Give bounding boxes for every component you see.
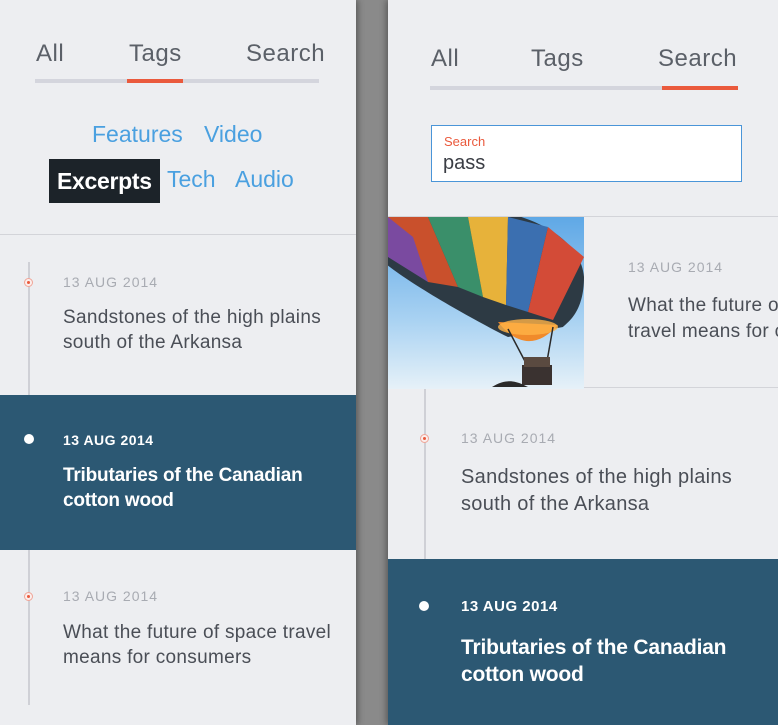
timeline-dot	[24, 592, 33, 601]
tags-panel: All Tags Search Features Video Excerpts …	[0, 0, 356, 725]
tab-indicator	[662, 86, 738, 90]
entry-title: Tributaries of the Canadian cotton wood	[63, 465, 303, 511]
tab-all[interactable]: All	[36, 40, 64, 68]
entry-title: What the future of space travel means fo…	[63, 622, 332, 668]
tab-search[interactable]: Search	[658, 45, 737, 73]
timeline-dot-active	[419, 601, 429, 611]
tag-video[interactable]: Video	[204, 121, 262, 148]
tab-search[interactable]: Search	[246, 40, 325, 68]
entry-date: 13 AUG 2014	[63, 432, 154, 448]
tab-indicator	[127, 79, 183, 83]
entry-date: 13 AUG 2014	[461, 430, 557, 446]
divider	[0, 234, 356, 235]
timeline-entry[interactable]: 13 AUG 2014 Sandstones of the high plain…	[0, 262, 356, 394]
result-date: 13 AUG 2014	[628, 259, 724, 275]
result-title: What the future of space travel means fo…	[628, 295, 778, 342]
timeline-entry-selected[interactable]: 13 AUG 2014 Tributaries of the Canadian …	[388, 559, 778, 725]
tab-tags[interactable]: Tags	[531, 45, 584, 73]
entry-date: 13 AUG 2014	[63, 588, 159, 604]
search-input[interactable]	[443, 150, 683, 176]
search-panel: All Tags Search Search pass 13 AUG 2014 …	[388, 0, 778, 725]
timeline-dot	[420, 434, 429, 443]
entry-date: 13 AUG 2014	[63, 274, 159, 290]
timeline-entry[interactable]: 13 AUG 2014 Sandstones of the high plain…	[388, 389, 778, 558]
search-label: Search	[444, 134, 486, 149]
timeline-dot	[24, 278, 33, 287]
tag-features[interactable]: Features	[92, 121, 183, 148]
entry-date: 13 AUG 2014	[461, 598, 558, 615]
tab-tags[interactable]: Tags	[129, 40, 182, 68]
timeline-entry-selected[interactable]: 13 AUG 2014 Tributaries of the Canadian …	[0, 395, 356, 550]
hot-air-balloon-image	[388, 217, 584, 389]
entry-title: Sandstones of the high plains south of t…	[461, 466, 733, 515]
tag-excerpts[interactable]: Excerpts	[49, 159, 160, 203]
search-result-card[interactable]: 13 AUG 2014 What the future of space tra…	[388, 216, 778, 389]
tag-tech[interactable]: Tech	[167, 166, 216, 193]
timeline-entry[interactable]: 13 AUG 2014 What the future of space tra…	[0, 551, 356, 711]
search-field[interactable]: Search	[431, 125, 742, 182]
entry-title: Sandstones of the high plains south of t…	[63, 307, 321, 353]
entry-title: Tributaries of the Canadian cotton wood	[461, 636, 727, 686]
tab-all[interactable]: All	[431, 45, 459, 73]
tag-audio[interactable]: Audio	[235, 166, 294, 193]
timeline-dot-active	[24, 434, 34, 444]
